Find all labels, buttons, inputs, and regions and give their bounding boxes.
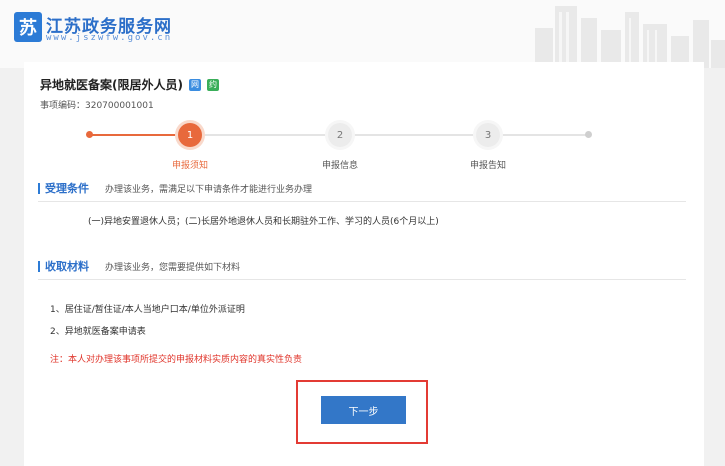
acceptance-desc: 办理该业务，需满足以下申请条件才能进行业务办理	[105, 185, 313, 195]
acceptance-title: 受理条件	[45, 182, 89, 195]
materials-section-header: 收取材料 办理该业务，您需要提供如下材料	[38, 258, 240, 274]
item-code: 事项编码：320700001001	[40, 101, 154, 111]
step-start-dot	[86, 131, 93, 138]
step-3-label: 申报告知	[469, 161, 506, 171]
site-logo-icon[interactable]: 苏	[14, 12, 42, 42]
next-step-button[interactable]: 下一步	[321, 396, 406, 424]
material-item: 2、异地就医备案申请表	[50, 327, 146, 337]
site-header: 苏 江苏政务服务网 www.jszwfw.gov.cn	[0, 0, 725, 68]
skyline-decoration-icon	[535, 6, 725, 68]
acceptance-divider	[38, 201, 686, 202]
materials-title: 收取材料	[45, 260, 89, 273]
section-marker	[38, 260, 40, 272]
title-row: 异地就医备案(限居外人员) 网 约	[40, 76, 219, 93]
online-badge-icon: 网	[188, 78, 201, 91]
step-end-dot	[585, 131, 592, 138]
service-card: 异地就医备案(限居外人员) 网 约 事项编码：320700001001 1 2 …	[24, 62, 704, 466]
step-progress-line	[90, 134, 190, 136]
step-remaining-line	[202, 134, 588, 136]
step-3-circle: 3	[476, 123, 500, 147]
acceptance-content: (一)异地安置退休人员；(二)长居外地退休人员和长期驻外工作、学习的人员(6个月…	[88, 217, 439, 227]
page-title: 异地就医备案(限居外人员)	[40, 78, 183, 92]
section-marker	[38, 182, 40, 194]
materials-divider	[38, 279, 686, 280]
step-1-circle: 1	[178, 123, 202, 147]
step-1-label: 申报须知	[171, 161, 208, 171]
responsibility-note: 注：本人对办理该事项所提交的申报材料实质内容的真实性负责	[50, 355, 303, 365]
step-2-label: 申报信息	[321, 161, 358, 171]
appointment-badge-icon: 约	[206, 78, 219, 91]
materials-desc: 办理该业务，您需要提供如下材料	[105, 263, 241, 273]
site-url: www.jszwfw.gov.cn	[46, 33, 173, 43]
step-2-circle: 2	[328, 123, 352, 147]
acceptance-section-header: 受理条件 办理该业务，需满足以下申请条件才能进行业务办理	[38, 180, 312, 196]
material-item: 1、居住证/暂住证/本人当地户口本/单位外派证明	[50, 305, 245, 315]
